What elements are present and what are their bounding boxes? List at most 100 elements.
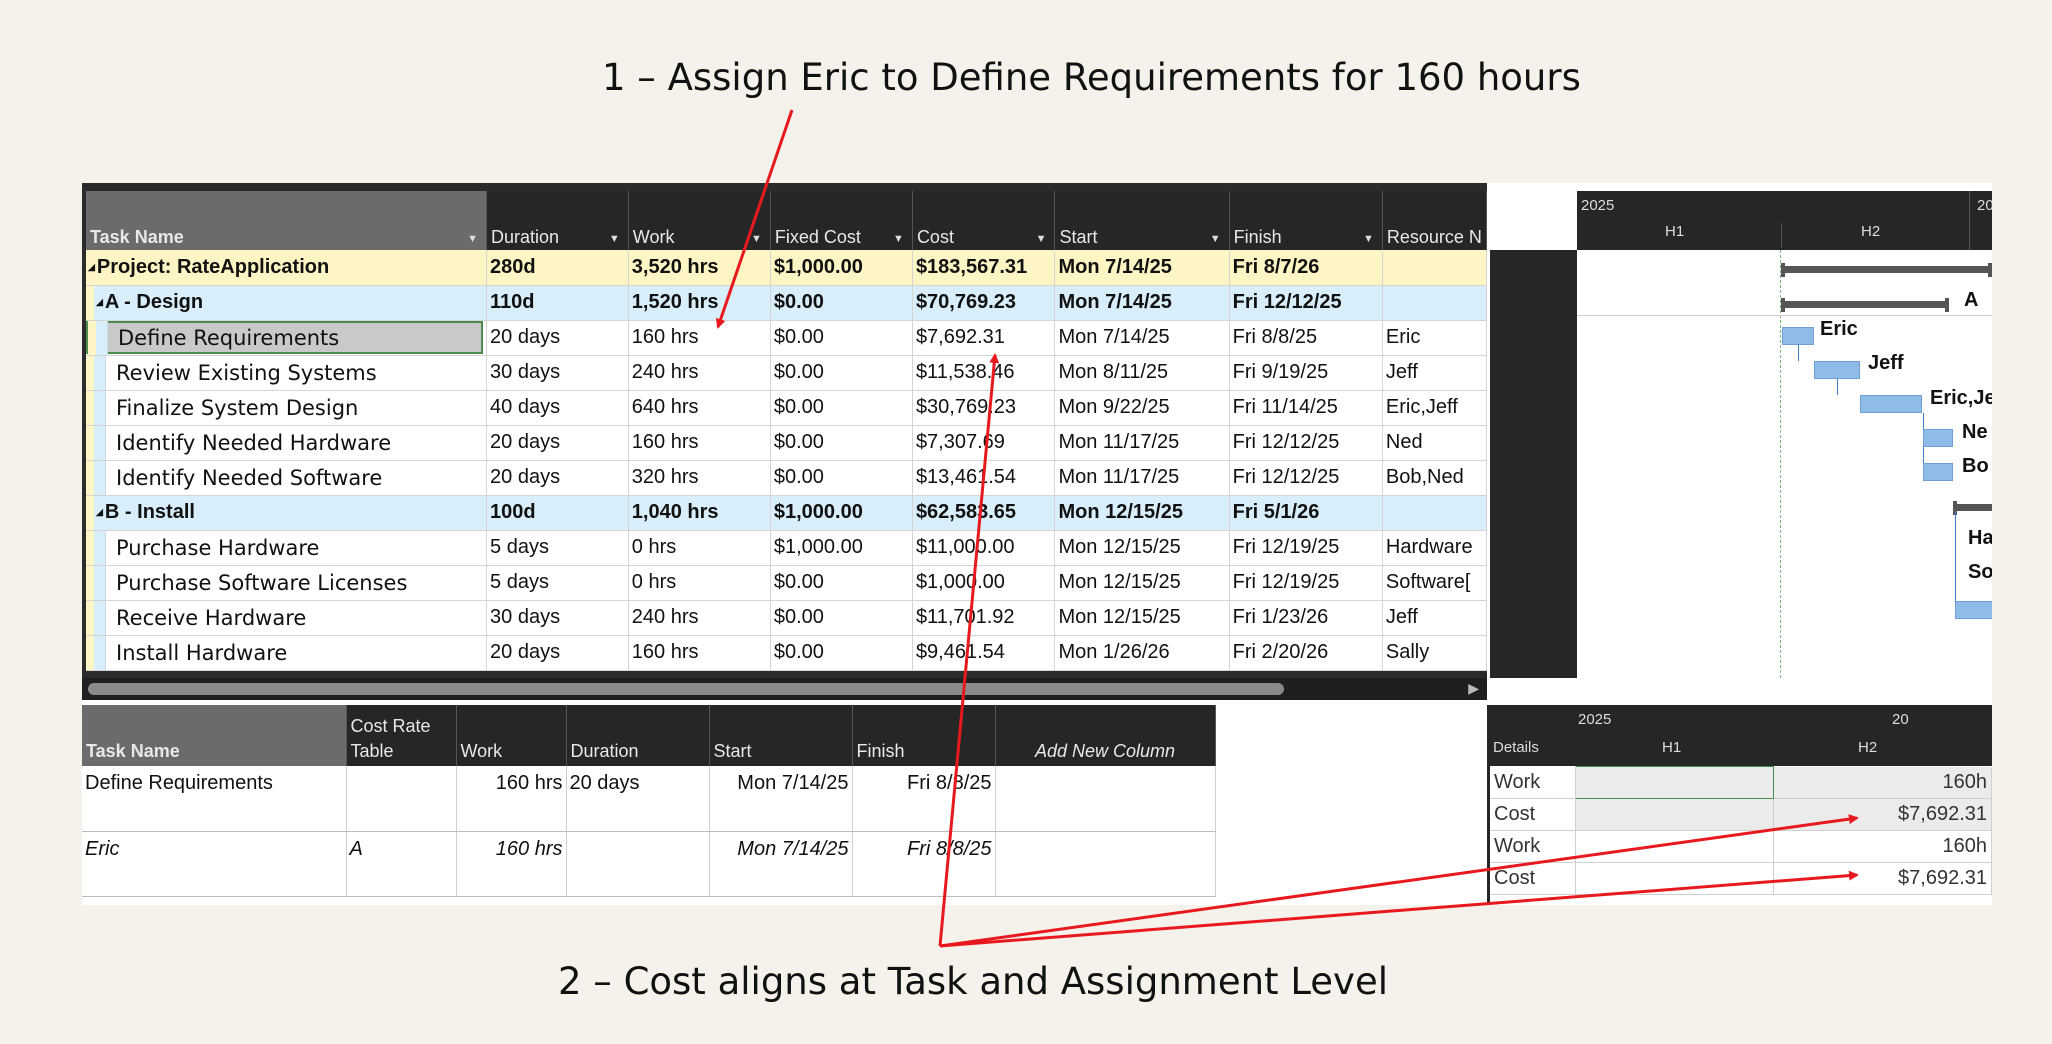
cell-work[interactable]: 640 hrs bbox=[628, 390, 771, 426]
usage-cell-finish[interactable]: Fri 8/8/25 bbox=[852, 766, 996, 832]
cell-start[interactable]: Mon 12/15/25 bbox=[1054, 530, 1230, 566]
usage-cell-work[interactable]: 160 hrs bbox=[456, 831, 567, 897]
dropdown-arrow-icon[interactable]: ▼ bbox=[609, 233, 620, 245]
usage-assignment-row[interactable]: Eric A 160 hrs Mon 7/14/25 Fri 8/8/25 bbox=[82, 831, 1216, 897]
tp-row[interactable]: Cost $7,692.31 bbox=[1490, 798, 1992, 831]
cell-start[interactable]: Mon 11/17/25 bbox=[1054, 425, 1230, 461]
cell-cost[interactable]: $7,307.69 bbox=[912, 425, 1056, 461]
cell-fixed-cost[interactable]: $1,000.00 bbox=[770, 530, 913, 566]
cell-work[interactable]: 0 hrs bbox=[628, 565, 771, 601]
task-row[interactable]: Define Requirements 20 days 160 hrs $0.00 $7… bbox=[86, 320, 1487, 356]
dropdown-arrow-icon[interactable]: ▼ bbox=[467, 233, 478, 245]
cell-cost[interactable]: $11,701.92 bbox=[912, 600, 1056, 636]
cell-resource[interactable] bbox=[1382, 285, 1487, 321]
cell-duration[interactable]: 5 days bbox=[486, 530, 629, 566]
cell-fixed-cost[interactable]: $0.00 bbox=[770, 285, 913, 321]
col-header-start[interactable]: Start ▼ bbox=[1054, 191, 1230, 250]
cell-work[interactable]: 240 hrs bbox=[628, 600, 771, 636]
usage-cell-empty[interactable] bbox=[995, 766, 1216, 832]
cell-task-name[interactable]: Purchase Hardware bbox=[86, 530, 488, 566]
usage-cell-duration[interactable]: 20 days bbox=[566, 766, 710, 832]
usage-task-row[interactable]: Define Requirements 160 hrs 20 days Mon … bbox=[82, 766, 1216, 832]
cell-cost[interactable]: $11,000.00 bbox=[912, 530, 1056, 566]
cell-task-name[interactable]: Purchase Software Licenses bbox=[86, 565, 488, 601]
usage-cell-empty[interactable] bbox=[995, 831, 1216, 897]
cell-task-name[interactable]: Identify Needed Software bbox=[86, 460, 488, 496]
gantt-bar-finalize-design[interactable] bbox=[1860, 395, 1922, 413]
cell-cost[interactable]: $13,461.54 bbox=[912, 460, 1056, 496]
cell-start[interactable]: Mon 9/22/25 bbox=[1054, 390, 1230, 426]
cell-fixed-cost[interactable]: $0.00 bbox=[770, 635, 913, 671]
gantt-bar-identify-hardware[interactable] bbox=[1923, 429, 1953, 447]
tp-cell-h1[interactable] bbox=[1575, 862, 1775, 895]
cell-task-name[interactable]: Finalize System Design bbox=[86, 390, 488, 426]
col-header-task-name[interactable]: Task Name ▼ bbox=[86, 191, 488, 250]
cell-finish[interactable]: Fri 9/19/25 bbox=[1229, 355, 1383, 391]
cell-resource[interactable]: Software[ bbox=[1382, 565, 1487, 601]
collapse-triangle-icon[interactable]: ◢ bbox=[88, 262, 95, 273]
tp-cell-h2[interactable]: $7,692.31 bbox=[1773, 798, 1992, 831]
cell-fixed-cost[interactable]: $0.00 bbox=[770, 565, 913, 601]
task-row[interactable]: Finalize System Design 40 days 640 hrs $0.0… bbox=[86, 390, 1487, 426]
cell-fixed-cost[interactable]: $1,000.00 bbox=[770, 250, 913, 286]
usage-cell-rate-table[interactable]: A bbox=[346, 831, 457, 897]
cell-start[interactable]: Mon 7/14/25 bbox=[1054, 250, 1230, 286]
tp-cell-h2[interactable]: 160h bbox=[1773, 766, 1992, 799]
dropdown-arrow-icon[interactable]: ▼ bbox=[751, 233, 762, 245]
cell-duration[interactable]: 40 days bbox=[486, 390, 629, 426]
cell-start[interactable]: Mon 12/15/25 bbox=[1054, 565, 1230, 601]
cell-fixed-cost[interactable]: $0.00 bbox=[770, 425, 913, 461]
col-header-finish[interactable]: Finish ▼ bbox=[1229, 191, 1383, 250]
col-header-work[interactable]: Work ▼ bbox=[628, 191, 771, 250]
cell-cost[interactable]: $1,000.00 bbox=[912, 565, 1056, 601]
tp-cell-h2[interactable]: $7,692.31 bbox=[1773, 862, 1992, 895]
summary-row[interactable]: ◢ A - Design 110d 1,520 hrs $0.00 $70,769.23 M… bbox=[86, 285, 1487, 321]
cell-resource[interactable]: Sally bbox=[1382, 635, 1487, 671]
cell-fixed-cost[interactable]: $0.00 bbox=[770, 390, 913, 426]
tp-row[interactable]: Work 160h bbox=[1490, 830, 1992, 863]
cell-start[interactable]: Mon 12/15/25 bbox=[1054, 495, 1230, 531]
usage-cell-finish[interactable]: Fri 8/8/25 bbox=[852, 831, 996, 897]
gantt-summary-bar-install[interactable] bbox=[1953, 501, 1992, 515]
cell-cost[interactable]: $9,461.54 bbox=[912, 635, 1056, 671]
summary-row[interactable]: ◢ B - Install 100d 1,040 hrs $1,000.00 $62,58… bbox=[86, 495, 1487, 531]
cell-duration[interactable]: 20 days bbox=[486, 425, 629, 461]
task-row[interactable]: Review Existing Systems 30 days 240 hrs $0.… bbox=[86, 355, 1487, 391]
usage-col-duration[interactable]: Duration bbox=[566, 705, 710, 766]
cell-resource[interactable]: Eric bbox=[1382, 320, 1487, 356]
cell-finish[interactable]: Fri 5/1/26 bbox=[1229, 495, 1383, 531]
cell-task-name[interactable]: Identify Needed Hardware bbox=[86, 425, 488, 461]
cell-finish[interactable]: Fri 12/12/25 bbox=[1229, 425, 1383, 461]
cell-resource[interactable]: Ned bbox=[1382, 425, 1487, 461]
cell-duration[interactable]: 110d bbox=[486, 285, 629, 321]
horizontal-scrollbar[interactable]: ▶ bbox=[82, 678, 1487, 700]
gantt-bar-receive-hardware[interactable] bbox=[1955, 601, 1992, 619]
cell-fixed-cost[interactable]: $0.00 bbox=[770, 600, 913, 636]
task-row[interactable]: Purchase Hardware 5 days 0 hrs $1,000.00 $11… bbox=[86, 530, 1487, 566]
cell-duration[interactable]: 20 days bbox=[486, 320, 629, 356]
cell-work[interactable]: 1,040 hrs bbox=[628, 495, 771, 531]
cell-start[interactable]: Mon 12/15/25 bbox=[1054, 600, 1230, 636]
cell-finish[interactable]: Fri 12/19/25 bbox=[1229, 530, 1383, 566]
tp-cell-h2[interactable]: 160h bbox=[1773, 830, 1992, 863]
scrollbar-thumb[interactable] bbox=[88, 683, 1284, 695]
usage-cell-resource-name[interactable]: Eric bbox=[82, 831, 347, 897]
cell-task-name[interactable]: Receive Hardware bbox=[86, 600, 488, 636]
cell-start[interactable]: Mon 8/11/25 bbox=[1054, 355, 1230, 391]
cell-duration[interactable]: 20 days bbox=[486, 460, 629, 496]
cell-fixed-cost[interactable]: $0.00 bbox=[770, 320, 913, 356]
cell-cost[interactable]: $30,769.23 bbox=[912, 390, 1056, 426]
cell-task-name[interactable]: Define Requirements bbox=[86, 320, 488, 356]
cell-task-name[interactable]: Install Hardware bbox=[86, 635, 488, 671]
cell-work[interactable]: 0 hrs bbox=[628, 530, 771, 566]
cell-finish[interactable]: Fri 12/12/25 bbox=[1229, 285, 1383, 321]
cell-resource[interactable]: Hardware bbox=[1382, 530, 1487, 566]
dropdown-arrow-icon[interactable]: ▼ bbox=[1036, 233, 1047, 245]
dropdown-arrow-icon[interactable]: ▼ bbox=[1363, 233, 1374, 245]
cell-start[interactable]: Mon 7/14/25 bbox=[1054, 320, 1230, 356]
cell-finish[interactable]: Fri 12/12/25 bbox=[1229, 460, 1383, 496]
cell-task-name[interactable]: ◢ Project: RateApplication bbox=[86, 250, 488, 286]
usage-col-work[interactable]: Work bbox=[456, 705, 567, 766]
usage-cell-task-name[interactable]: Define Requirements bbox=[82, 766, 347, 832]
usage-col-add-new-column[interactable]: Add New Column bbox=[995, 705, 1216, 766]
